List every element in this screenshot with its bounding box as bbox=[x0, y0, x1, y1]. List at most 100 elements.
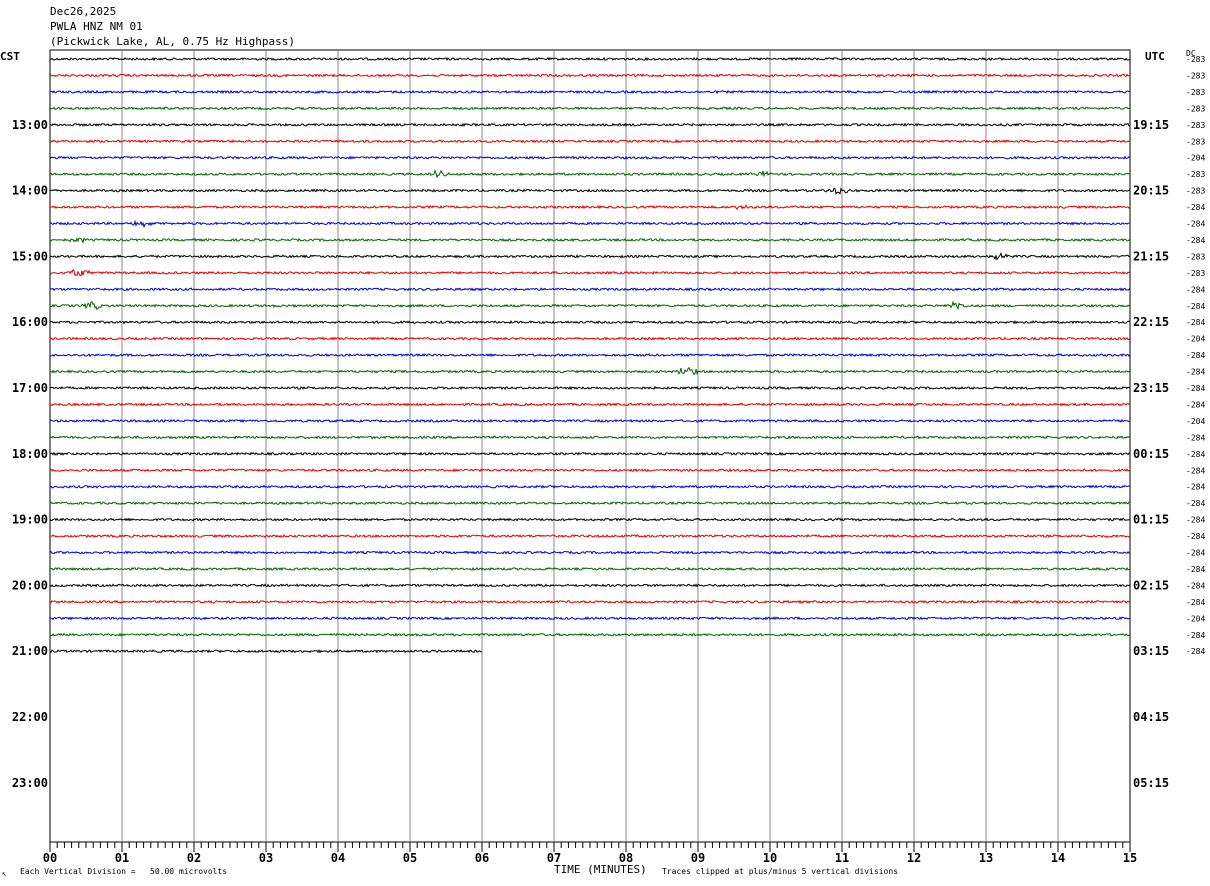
trace-line bbox=[49, 517, 1131, 522]
x-axis-title: TIME (MINUTES) bbox=[554, 863, 647, 876]
dc-offset-label: -284 bbox=[1186, 631, 1205, 640]
x-tick-label: 11 bbox=[835, 851, 849, 865]
dc-offset-label: -284 bbox=[1186, 285, 1205, 294]
cst-hour-label: 15:00 bbox=[12, 249, 48, 263]
dc-offset-label: -284 bbox=[1186, 203, 1205, 212]
dc-offset-label: -204 bbox=[1186, 154, 1205, 163]
trace-line bbox=[49, 484, 1131, 489]
dc-offset-label: -284 bbox=[1186, 368, 1205, 377]
trace-line bbox=[49, 599, 1131, 605]
corner-mark: ↖ bbox=[2, 869, 7, 878]
dc-offset-label: -284 bbox=[1186, 302, 1205, 311]
dc-offset-label: -283 bbox=[1186, 71, 1205, 80]
x-tick-label: 14 bbox=[1051, 851, 1065, 865]
dc-offset-label: -283 bbox=[1186, 269, 1205, 278]
trace-line bbox=[49, 300, 1131, 311]
utc-hour-label: 02:15 bbox=[1133, 578, 1169, 592]
x-tick-label: 00 bbox=[43, 851, 57, 865]
cst-hour-label: 16:00 bbox=[12, 315, 48, 329]
trace-line bbox=[49, 550, 1130, 555]
cst-hour-label: 21:00 bbox=[12, 644, 48, 658]
dc-offset-label: -284 bbox=[1186, 647, 1205, 656]
trace-line bbox=[49, 219, 1131, 229]
utc-hour-label: 21:15 bbox=[1133, 249, 1169, 263]
cst-hour-label: 18:00 bbox=[12, 447, 48, 461]
dc-offset-label: -284 bbox=[1186, 516, 1205, 525]
x-tick-label: 02 bbox=[187, 851, 201, 865]
dc-offset-label: -283 bbox=[1186, 170, 1205, 179]
trace-line bbox=[49, 237, 1131, 245]
utc-hour-label: 00:15 bbox=[1133, 447, 1169, 461]
scale-note: Each Vertical Division = 50.00 microvolt… bbox=[20, 867, 228, 876]
trace-line bbox=[49, 632, 1131, 637]
trace-line bbox=[49, 287, 1131, 292]
x-tick-label: 06 bbox=[475, 851, 489, 865]
x-tick-label: 03 bbox=[259, 851, 273, 865]
dc-offset-label: -283 bbox=[1186, 104, 1205, 113]
trace-line bbox=[49, 533, 1131, 539]
dc-offset-label: -284 bbox=[1186, 236, 1205, 245]
trace-line bbox=[49, 106, 1131, 111]
x-tick-label: 15 bbox=[1123, 851, 1137, 865]
cst-hour-label: 19:00 bbox=[12, 513, 48, 527]
cst-hour-label: 20:00 bbox=[12, 578, 48, 592]
trace-line bbox=[49, 468, 1131, 473]
dc-offset-label: -284 bbox=[1186, 450, 1205, 459]
cst-hour-label: 22:00 bbox=[12, 710, 48, 724]
trace-line bbox=[49, 418, 1131, 424]
dc-offset-label: -284 bbox=[1186, 466, 1205, 475]
utc-hour-label: 19:15 bbox=[1133, 118, 1169, 132]
dc-offset-label: -284 bbox=[1186, 598, 1205, 607]
trace-line bbox=[49, 187, 1131, 195]
utc-hour-label: 01:15 bbox=[1133, 513, 1169, 527]
trace-line bbox=[49, 566, 1131, 572]
utc-hour-label: 03:15 bbox=[1133, 644, 1169, 658]
cst-hour-label: 17:00 bbox=[12, 381, 48, 395]
clip-note: Traces clipped at plus/minus 5 vertical … bbox=[662, 867, 899, 876]
x-tick-label: 10 bbox=[763, 851, 777, 865]
dc-offset-label: -283 bbox=[1186, 187, 1205, 196]
utc-hour-label: 20:15 bbox=[1133, 184, 1169, 198]
dc-offset-label: -283 bbox=[1186, 137, 1205, 146]
x-tick-label: 13 bbox=[979, 851, 993, 865]
dc-offset-label: -284 bbox=[1186, 565, 1205, 574]
dc-offset-label: -283 bbox=[1186, 121, 1205, 130]
dc-offset-label: -204 bbox=[1186, 417, 1205, 426]
x-tick-label: 12 bbox=[907, 851, 921, 865]
trace-line bbox=[49, 500, 1131, 506]
utc-hour-label: 05:15 bbox=[1133, 776, 1169, 790]
trace-line bbox=[49, 73, 1131, 78]
trace-line bbox=[49, 336, 1131, 341]
dc-offset-label: -204 bbox=[1186, 614, 1205, 623]
utc-hour-label: 22:15 bbox=[1133, 315, 1169, 329]
cst-hour-label: 14:00 bbox=[12, 184, 48, 198]
trace-line bbox=[49, 56, 1131, 62]
utc-hour-label: 04:15 bbox=[1133, 710, 1169, 724]
trace-line bbox=[49, 269, 1130, 277]
trace-line bbox=[49, 352, 1131, 358]
dc-offset-label: -284 bbox=[1186, 351, 1205, 360]
cst-hour-label: 13:00 bbox=[12, 118, 48, 132]
trace-line bbox=[49, 139, 1131, 144]
trace-line bbox=[50, 366, 1131, 376]
trace-line bbox=[49, 402, 1131, 407]
x-tick-label: 04 bbox=[331, 851, 345, 865]
dc-offset-label: -283 bbox=[1186, 55, 1205, 64]
dc-offset-label: -284 bbox=[1186, 499, 1205, 508]
dc-offset-label: -284 bbox=[1186, 549, 1205, 558]
x-tick-label: 09 bbox=[691, 851, 705, 865]
trace-line bbox=[50, 204, 1131, 210]
trace-line bbox=[49, 251, 1131, 261]
trace-line bbox=[49, 169, 1130, 179]
dc-offset-label: -284 bbox=[1186, 433, 1205, 442]
cst-hour-label: 23:00 bbox=[12, 776, 48, 790]
trace-line bbox=[49, 583, 1131, 588]
trace-line bbox=[49, 435, 1131, 440]
trace-line bbox=[49, 616, 1131, 621]
x-tick-label: 05 bbox=[403, 851, 417, 865]
dc-offset-label: -283 bbox=[1186, 88, 1205, 97]
utc-hour-label: 23:15 bbox=[1133, 381, 1169, 395]
x-tick-label: 01 bbox=[115, 851, 129, 865]
dc-offset-label: -204 bbox=[1186, 335, 1205, 344]
dc-offset-label: -283 bbox=[1186, 252, 1205, 261]
